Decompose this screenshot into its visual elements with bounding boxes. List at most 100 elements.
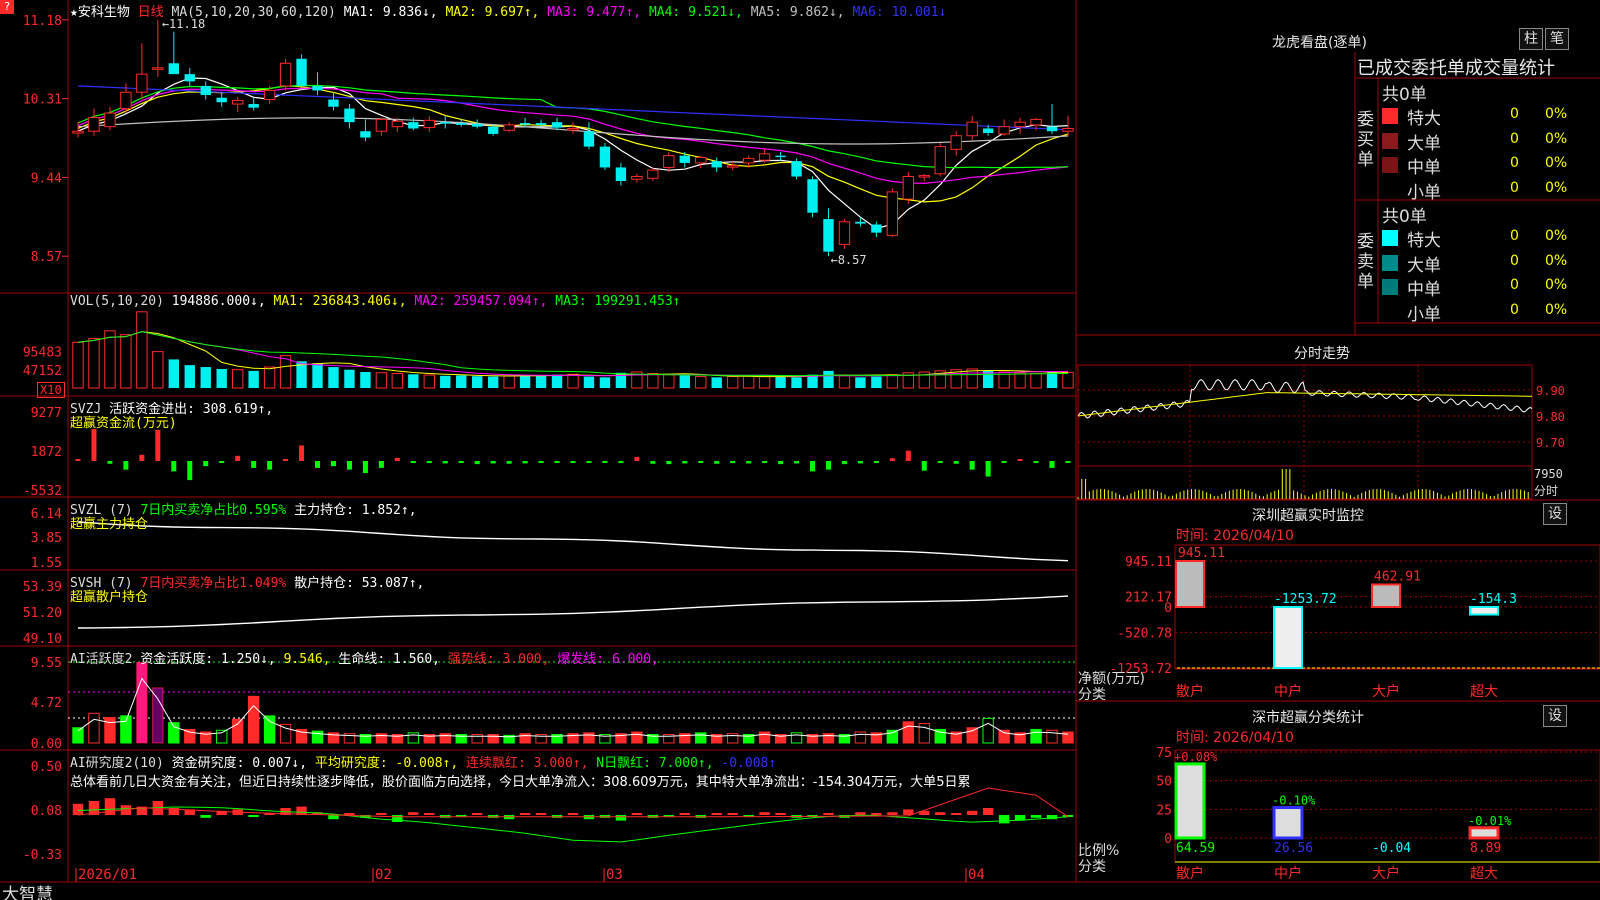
help-icon[interactable]: ? [0,0,14,14]
tick-mode-button[interactable]: 笔 [1545,28,1569,50]
bar-mode-button[interactable]: 柱 [1519,28,1543,50]
buy-swatch-0 [1382,108,1398,124]
classify-settings-button[interactable]: 设 [1543,705,1567,727]
ai2-bar-40 [711,813,722,815]
ai2-bar-49 [855,812,866,815]
svzj-bar-39 [698,461,704,463]
ai-ytick-1: 4.72 [31,696,62,711]
candle-body-27 [503,124,515,131]
classify-bar-0 [1174,762,1206,840]
x-label-3: 04 [968,867,985,883]
candle-body-31 [567,127,579,131]
svzl-desc: 7日内买卖净占比0.595% [140,503,287,518]
buy-count-2: 0 [1510,155,1519,171]
svzj-bar-36 [650,461,656,464]
classify-title: 深市超赢分类统计 [1252,710,1364,726]
ai-strong: 强势线: 3.000, [447,652,550,667]
ai2-bar-43 [759,812,770,815]
svzj-bar-12 [267,461,273,470]
ai2-bar-54 [935,812,946,815]
sell-swatch-3 [1382,303,1398,320]
ai2-bar-55 [951,813,962,815]
vol-ma1: MA1: 236843.406↓, [273,294,407,309]
ma-header: MA(5,10,20,30,60,120) [171,5,336,20]
svzj-ytick-1: 1872 [31,445,62,460]
vol-bar-19 [375,372,388,389]
ai2-bar-58 [998,815,1010,824]
monitor-settings-button[interactable]: 设 [1543,503,1567,525]
buy-label-2: 中单 [1407,158,1441,178]
ai-bar-1-b [88,712,100,744]
stock-name[interactable]: ★安科生物 [70,5,130,20]
vol-bar-41 [726,376,739,389]
candle-body-44 [775,155,786,158]
candle-body-51 [886,191,899,236]
x-label-1: 02 [375,867,392,883]
candle-body-22 [423,119,435,129]
vol-bar-10 [231,369,244,389]
candle-body-8 [200,85,211,95]
ai2-bar-16 [328,815,339,820]
svzl-desc2: 主力持仓: 1.852↑, [294,503,417,518]
svzj-ytick-0: 9277 [31,406,62,421]
candle-body-41 [726,165,739,168]
vol-unit-badge[interactable]: X10 [37,382,65,398]
vol-bar-62 [1062,371,1074,389]
ai-bar-11-b [247,695,260,744]
ai2-bar-2 [104,798,116,815]
svzj-bar-61 [1049,461,1055,468]
vol-bar-22 [423,374,435,389]
ai2-ytick-2: -0.33 [23,848,62,863]
vol-bar-18 [360,372,371,388]
candle-body-54 [934,146,946,175]
ai-bar-58-b [998,729,1010,744]
monitor-ytick-2: 0 [1164,601,1172,616]
candle-body-59 [1014,121,1026,128]
svzj-bar-21 [410,461,416,463]
svzj-bar-47 [825,461,831,470]
svzl-ytick-0: 6.14 [31,507,62,522]
ai2-bar-21 [408,812,419,815]
intraday-avg-line [1077,392,1532,417]
svsh-line [77,595,1069,629]
candle-body-2 [104,112,116,128]
monitor-bar-2 [1371,583,1401,608]
ai2-bar-51 [887,812,898,815]
candle-body-10 [231,99,244,105]
svzj-bar-20 [394,457,400,461]
classify-bottom-1: 26.56 [1274,841,1313,856]
sell-pct-3: 0% [1545,301,1568,318]
svzj-bar-1 [91,429,97,461]
ma4-value: MA4: 9.521↓, [648,5,743,20]
ai2-bar-28 [519,813,531,815]
ma6-value: MA6: 10.001↓ [852,5,947,20]
monitor-bar-0 [1175,560,1205,608]
candle-body-55 [950,135,962,150]
dragon-header: 已成交委托单成交量统计 [1357,58,1555,79]
intraday-ytick-0: 9.90 [1536,384,1565,398]
period-label[interactable]: 日线 [138,5,164,20]
candle-body-15 [312,85,323,91]
vol-bar-2 [104,330,116,389]
svzj-bar-24 [458,461,464,463]
svzl-line [77,521,1069,562]
candle-body-13 [279,62,292,87]
svzj-bar-59 [1017,459,1023,461]
monitor-cat-1: 中户 [1274,683,1302,700]
svzj-bar-10 [235,455,241,461]
candle-body-33 [599,146,611,168]
monitor-bar-1 [1273,606,1303,670]
ai2-title: AI研究度2(10) [70,756,164,771]
vol-bar-24 [456,375,467,388]
ai-bar-51-b [886,729,899,744]
candle-body-45 [791,161,802,177]
candle-body-7 [184,74,195,82]
ai-bar-57-b [982,717,994,744]
ai2-cont: 连续飘红: 3.000↑, [466,756,589,771]
vol-bar-33 [599,377,611,388]
svzj-bar-30 [554,461,560,463]
vol-bar-5 [152,351,164,389]
vol-bar-15 [312,363,323,388]
ai2-bar-25 [472,813,483,815]
vol-bar-43 [758,376,771,389]
